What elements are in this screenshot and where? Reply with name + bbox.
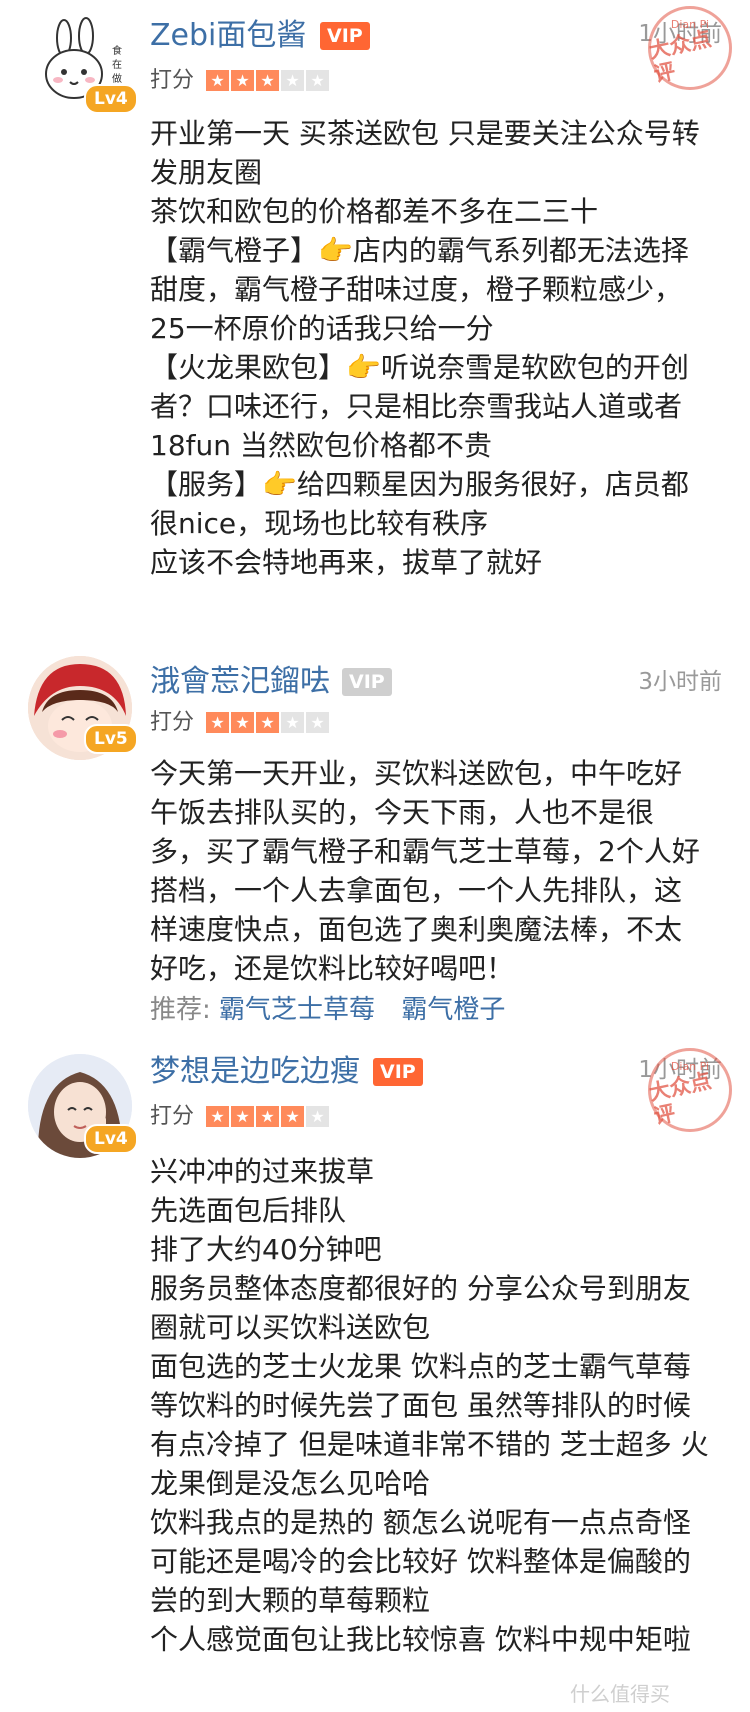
review-line: 样速度快点，面包选了奥利奥魔法棒，不太: [150, 913, 683, 946]
review-line: 25一杯原价的话我只给一分: [150, 312, 494, 345]
username[interactable]: Zebi面包酱: [150, 16, 306, 56]
review-line: 尝的到大颗的草莓颗粒: [150, 1584, 431, 1617]
svg-text:在: 在: [112, 59, 122, 71]
recommend-row: 推荐: 霸气芝士草莓 霸气橙子: [150, 992, 523, 1028]
review-line: 午饭去排队买的，今天下雨，人也不是很: [150, 796, 655, 829]
review-line: 者？口味还行，只是相比奈雪我站人道或者: [150, 390, 683, 423]
vip-badge: VIP: [373, 1058, 423, 1086]
level-badge: Lv4: [84, 1124, 138, 1154]
review-line: 好吃，还是饮料比较好喝吧！: [150, 952, 515, 985]
username[interactable]: 涐會莣汜鎦呿: [150, 662, 330, 702]
star-filled-icon: ★: [256, 70, 279, 91]
review-line: 个人感觉面包让我比较惊喜 饮料中规中矩啦: [150, 1623, 691, 1656]
recommend-item[interactable]: 霸气橙子: [401, 995, 505, 1025]
review-line: 【霸气橙子】👉店内的霸气系列都无法选择: [150, 234, 689, 267]
review-line: 【火龙果欧包】👉听说奈雪是软欧包的开创: [150, 351, 689, 384]
recommend-item[interactable]: 霸气芝士草莓: [219, 995, 375, 1025]
stamp-main-text: 大众点评: [646, 1068, 714, 1129]
review-line: 今天第一天开业，买饮料送欧包，中午吃好: [150, 757, 683, 790]
rating-label: 打分: [150, 1104, 195, 1129]
level-badge: Lv4: [84, 84, 138, 114]
rating-label: 打分: [150, 68, 195, 93]
review-card: Lv4 梦想是边吃边瘦 VIP 1小时前 Dian Pi 大众点评 打分 ★ ★ ★…: [0, 1040, 750, 1712]
review-line: 排了大约40分钟吧: [150, 1233, 382, 1266]
star-filled-icon: ★: [281, 1106, 304, 1127]
dianping-stamp: Dian Pi 大众点评: [646, 6, 732, 90]
star-empty-icon: ★: [306, 1106, 329, 1127]
vip-badge: VIP: [342, 668, 392, 696]
review-line: 圈就可以买饮料送欧包: [150, 1311, 431, 1344]
star-rating: ★ ★ ★ ★ ★: [206, 70, 331, 91]
stamp-main-text: 大众点评: [646, 26, 714, 87]
review-text: 兴冲冲的过来拔草 先选面包后排队排了大约40分钟吧服务员整体态度都很好的 分享公众…: [150, 1152, 730, 1659]
recommend-label: 推荐:: [150, 995, 211, 1025]
star-filled-icon: ★: [206, 1106, 229, 1127]
rating-label: 打分: [150, 710, 195, 735]
review-line: 龙果倒是没怎么见哈哈: [150, 1467, 431, 1500]
dianping-stamp: Dian Pi 大众点评: [646, 1048, 732, 1132]
review-text: 开业第一天 买茶送欧包 只是要关注公众号转 发朋友圈茶饮和欧包的价格都差不多在二三…: [150, 114, 730, 582]
star-empty-icon: ★: [306, 70, 329, 91]
review-card: Lv5 涐會莣汜鎦呿 VIP 3小时前 打分 ★ ★ ★ ★ ★ 今天第一天开业，买饮料…: [0, 640, 750, 1040]
review-line: 甜度，霸气橙子甜味过度，橙子颗粒感少，: [150, 273, 683, 306]
review-line: 兴冲冲的过来拔草: [150, 1155, 375, 1188]
review-line: 开业第一天 买茶送欧包 只是要关注公众号转: [150, 117, 700, 150]
review-text: 今天第一天开业，买饮料送欧包，中午吃好 午饭去排队买的，今天下雨，人也不是很多，买…: [150, 754, 730, 988]
star-empty-icon: ★: [281, 712, 304, 733]
star-filled-icon: ★: [256, 712, 279, 733]
review-line: 有点冷掉了 但是味道非常不错的 芝士超多 火: [150, 1428, 709, 1461]
review-line: 先选面包后排队: [150, 1194, 347, 1227]
review-line: 茶饮和欧包的价格都差不多在二三十: [150, 195, 599, 228]
review-line: 发朋友圈: [150, 156, 263, 189]
review-line: 搭档，一个人去拿面包，一个人先排队，这: [150, 874, 683, 907]
star-filled-icon: ★: [231, 1106, 254, 1127]
star-filled-icon: ★: [206, 70, 229, 91]
review-line: 18fun 当然欧包价格都不贵: [150, 429, 492, 462]
star-filled-icon: ★: [206, 712, 229, 733]
username[interactable]: 梦想是边吃边瘦: [150, 1052, 360, 1092]
star-filled-icon: ★: [256, 1106, 279, 1127]
vip-badge: VIP: [320, 22, 370, 50]
review-line: 很nice，现场也比较有秩序: [150, 507, 489, 540]
review-line: 多，买了霸气橙子和霸气芝士草莓，2个人好: [150, 835, 700, 868]
watermark: 什么值得买: [570, 1682, 670, 1706]
review-line: 可能还是喝冷的会比较好 饮料整体是偏酸的: [150, 1545, 691, 1578]
review-line: 饮料我点的是热的 额怎么说呢有一点点奇怪: [150, 1506, 691, 1539]
star-rating: ★ ★ ★ ★ ★: [206, 1106, 331, 1127]
review-line: 应该不会特地再来，拔草了就好: [150, 546, 543, 579]
star-empty-icon: ★: [306, 712, 329, 733]
review-line: 【服务】👉给四颗星因为服务很好，店员都: [150, 468, 689, 501]
svg-text:食: 食: [112, 44, 122, 57]
star-rating: ★ ★ ★ ★ ★: [206, 712, 331, 733]
review-line: 服务员整体态度都很好的 分享公众号到朋友: [150, 1272, 691, 1305]
review-card: 食 在 做 Lv4 Zebi面包酱 VIP 1小时前 Dian Pi 大众点评 …: [0, 0, 750, 640]
star-filled-icon: ★: [231, 70, 254, 91]
level-badge: Lv5: [84, 724, 138, 754]
star-filled-icon: ★: [231, 712, 254, 733]
review-line: 面包选的芝士火龙果 饮料点的芝士霸气草莓: [150, 1350, 691, 1383]
star-empty-icon: ★: [281, 70, 304, 91]
post-time: 3小时前: [638, 669, 722, 695]
review-line: 等饮料的时候先尝了面包 虽然等排队的时候: [150, 1389, 691, 1422]
